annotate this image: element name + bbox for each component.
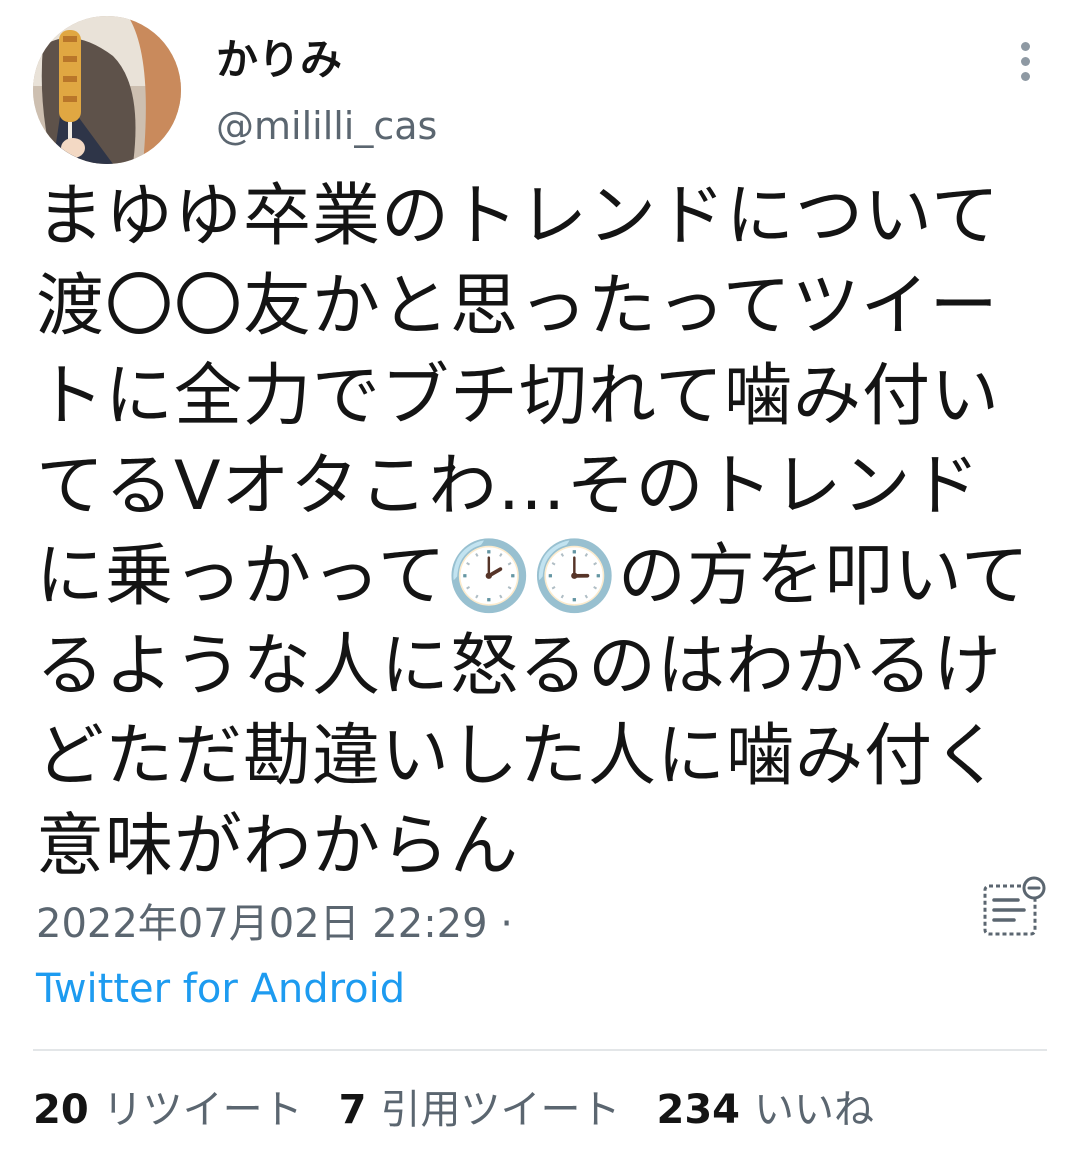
- more-dot: [1021, 72, 1030, 81]
- more-vertical-icon[interactable]: [1011, 40, 1041, 84]
- like-count: 234: [656, 1087, 741, 1133]
- tweet-timestamp[interactable]: 2022年07月02日 22:29 ·: [36, 900, 513, 948]
- quote-tweets-stat[interactable]: 7 引用ツイート: [339, 1084, 621, 1136]
- avatar-image: [33, 16, 181, 164]
- notes-minus-icon[interactable]: [982, 876, 1048, 942]
- like-label: いいね: [754, 1087, 875, 1133]
- quote-count: 7: [338, 1087, 367, 1133]
- quote-label: 引用ツイート: [380, 1087, 621, 1133]
- divider: [33, 1049, 1047, 1051]
- avatar[interactable]: [33, 16, 181, 164]
- tweet-client-link[interactable]: Twitter for Android: [36, 965, 405, 1013]
- user-handle[interactable]: @mililli_cas: [216, 103, 437, 149]
- tweet-text: まゆゆ卒業のトレンドについて渡〇〇友かと思ったってツイートに全力でブチ切れて噛み…: [36, 177, 1030, 886]
- tweet-stats: 20 リツイート 7 引用ツイート 234 いいね: [33, 1084, 910, 1140]
- display-name[interactable]: かりみ: [216, 36, 342, 84]
- retweet-label: リツイート: [102, 1087, 303, 1133]
- likes-stat[interactable]: 234 いいね: [657, 1084, 875, 1136]
- retweet-count: 20: [33, 1087, 89, 1133]
- more-dot: [1021, 57, 1030, 66]
- more-dot: [1021, 42, 1030, 51]
- retweets-stat[interactable]: 20 リツイート: [33, 1084, 303, 1136]
